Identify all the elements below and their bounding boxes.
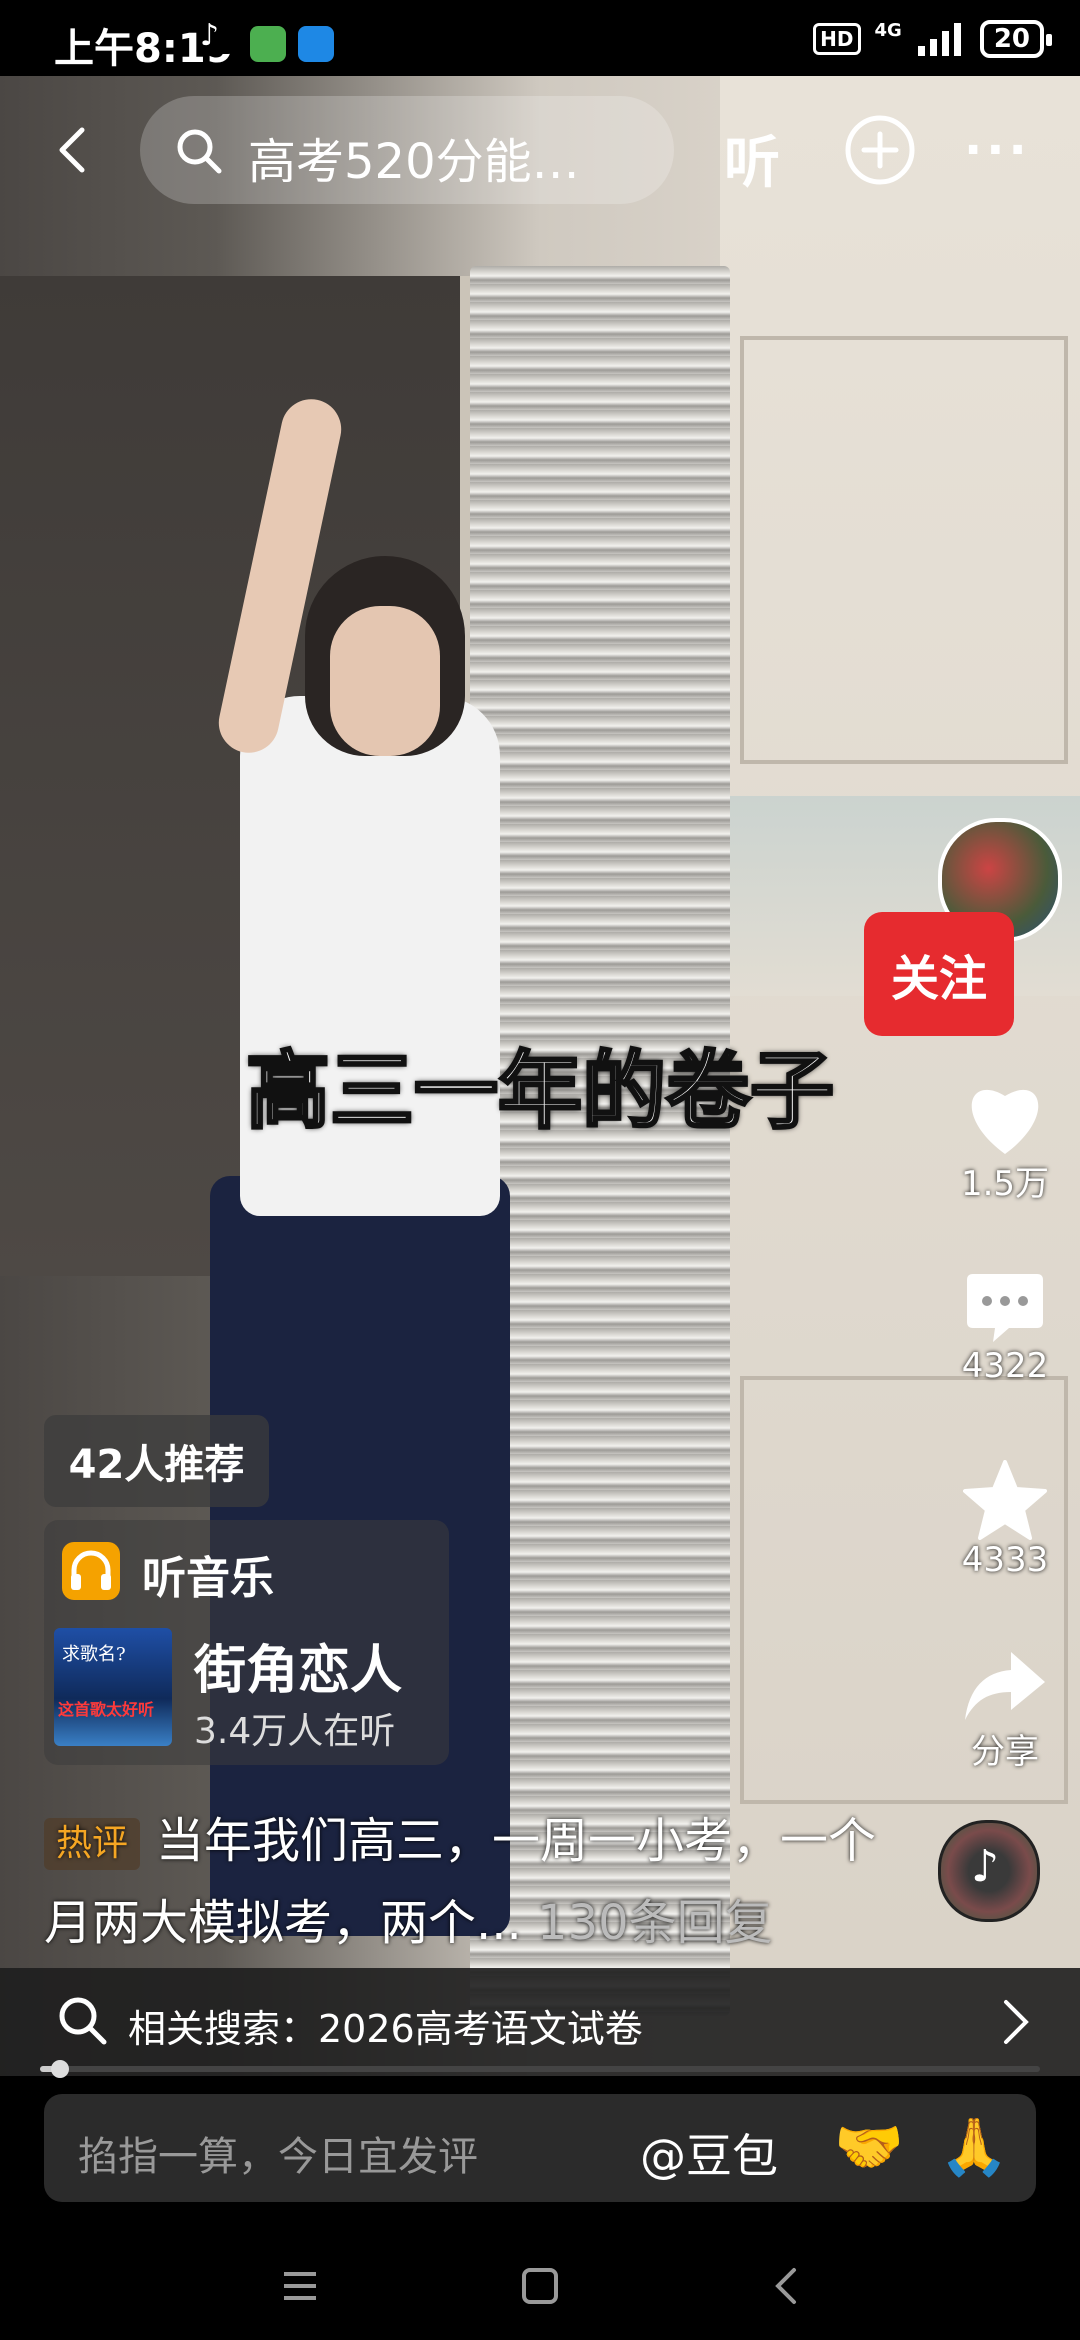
follow-button[interactable]: 关注 [864,912,1014,1036]
search-box[interactable]: 高考520分能… [140,96,674,204]
download-app-icon [250,26,286,62]
song-title: 街角恋人 [194,1641,403,1701]
music-card[interactable]: 听音乐 求歌名? 这首歌太好听 街角恋人 3.4万人在听 [44,1520,449,1765]
signal-icon [917,23,961,56]
thumbnail-text: 求歌名? [62,1644,126,1665]
comment-icon [967,1274,1043,1342]
search-icon [59,1997,107,2045]
hot-comment-tag: 热评 [44,1818,141,1870]
headphones-icon [62,1542,120,1600]
star-icon [963,1460,1047,1540]
wall-panel [740,336,1068,764]
favorite-count: 4333 [961,1540,1049,1580]
top-bar: 高考520分能… 听 ··· [0,76,1080,226]
hot-comment[interactable]: 热评 当年我们高三，一周一小考，一个月两大模拟考，两个... 130条回复 [44,1800,914,1964]
tiktok-icon: ♪ [200,18,236,54]
mention-doubao-button[interactable]: @豆包 [640,2120,778,2186]
home-icon[interactable] [516,2262,564,2310]
add-circle-icon[interactable] [842,112,918,188]
like-count: 1.5万 [960,1164,1050,1204]
heart-icon [971,1089,1039,1154]
person-face [330,606,440,756]
comment-count: 4322 [961,1346,1049,1386]
music-label: 听音乐 [142,1553,274,1604]
search-icon [177,129,222,174]
music-disc-icon[interactable]: ♪ [938,1820,1040,1922]
status-bar: 上午8:19 ♪ HD 4G 20 [0,0,1080,76]
like-action[interactable]: 1.5万 [940,1080,1070,1205]
system-nav-bar [0,2230,1080,2340]
pray-emoji-button[interactable]: 🙏 [939,2114,1009,2180]
battery-indicator: 20 [979,20,1053,58]
chevron-right-icon [1004,2000,1029,2044]
handshake-emoji-button[interactable]: 🤝 [834,2114,904,2180]
comment-placeholder: 掐指一算，今日宜发评 [78,2134,478,2180]
back-icon[interactable] [764,2262,812,2310]
related-search-text: 相关搜索：2026高考语文试卷 [128,2007,643,2051]
back-arrow-icon[interactable] [50,126,98,174]
more-options-icon[interactable]: ··· [964,126,1031,174]
reply-count[interactable]: 130条回复 [537,1895,773,1951]
related-search-bar[interactable]: 相关搜索：2026高考语文试卷 [0,1968,1080,2076]
comment-input[interactable]: 掐指一算，今日宜发评 @豆包 🤝 🙏 [44,2094,1036,2202]
comment-action[interactable]: 4322 [940,1270,1070,1386]
recommend-chip[interactable]: 42人推荐 [44,1415,269,1507]
share-action[interactable]: 分享 [940,1648,1070,1773]
song-listeners: 3.4万人在听 [194,1711,396,1752]
video-progress-bar[interactable] [40,2060,1040,2078]
thumbnail-subtext: 这首歌太好听 [58,1700,155,1719]
hd-indicator: HD [813,23,861,55]
progress-knob[interactable] [51,2060,69,2078]
song-thumbnail: 求歌名? 这首歌太好听 [54,1628,172,1746]
favorite-action[interactable]: 4333 [940,1460,1070,1580]
listen-button[interactable]: 听 [724,118,780,199]
menu-icon[interactable] [276,2262,324,2310]
share-icon [965,1652,1045,1720]
network-type: 4G [874,20,902,41]
video-caption: 高三一年的卷子 [244,1041,835,1142]
app-notification-icon [298,26,334,62]
share-label: 分享 [971,1732,1039,1772]
search-query: 高考520分能… [248,134,580,190]
